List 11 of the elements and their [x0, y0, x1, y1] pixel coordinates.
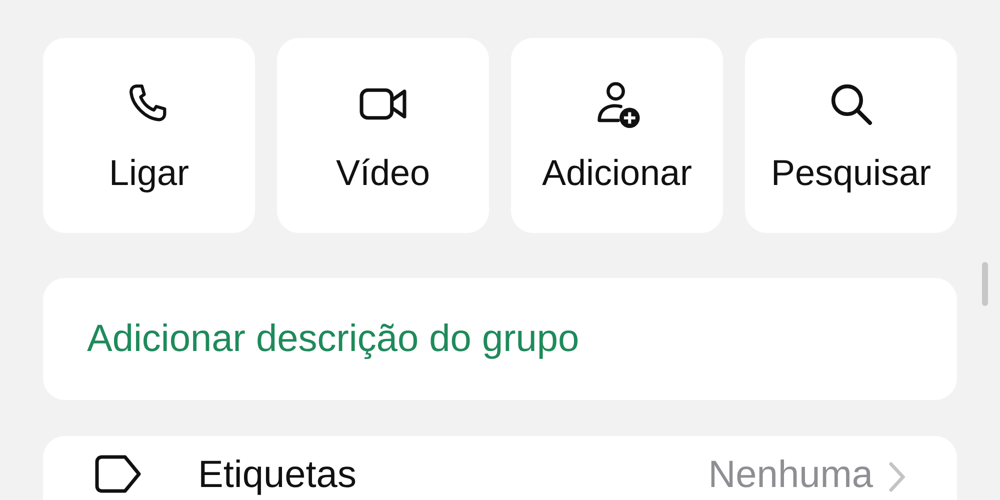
action-button[interactable]: Ligar	[43, 38, 255, 233]
row-label: Etiquetas	[198, 454, 358, 497]
action-button[interactable]: Vídeo	[277, 38, 489, 233]
chevron-icon	[887, 460, 907, 494]
search-button[interactable]: Pesquisar	[745, 38, 957, 233]
scroll-bar	[982, 262, 988, 306]
row-value: Nenhuma	[708, 454, 873, 497]
add-description-link[interactable]: Adicionar descrição do grupo	[87, 318, 580, 360]
settings-row[interactable]: Etiquetas Nenhuma	[43, 436, 957, 500]
action-button[interactable]: Adicionar	[511, 38, 723, 233]
tag-icon	[93, 454, 143, 494]
